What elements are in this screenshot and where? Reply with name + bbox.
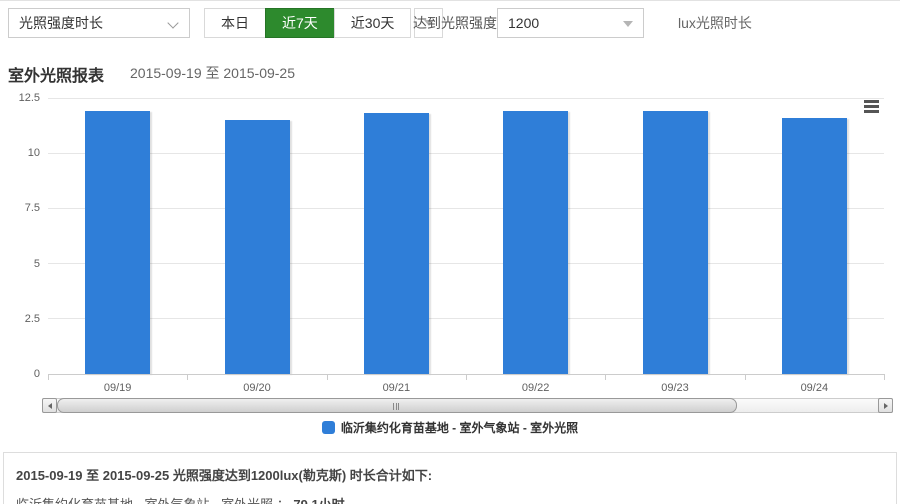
summary-row: 临沂集约化育苗基地 - 室外气象站 - 室外光照 ： 79.1小时 <box>16 494 884 504</box>
bar-chart: 临沂集约化育苗基地 - 室外气象站 - 室外光照 0 2.5 5 7.5 10 12.5 0… <box>0 91 900 436</box>
threshold-label: 达到光照强度 <box>413 8 497 38</box>
bar[interactable] <box>782 118 847 374</box>
x-axis-tick <box>745 374 746 380</box>
summary-row-label: 临沂集约化育苗基地 - 室外气象站 - 室外光照 <box>16 497 273 504</box>
date-range-text: 2015-09-19 至 2015-09-25 <box>130 63 295 83</box>
y-axis-label: 5 <box>0 258 40 270</box>
bar[interactable] <box>364 113 429 374</box>
gridline <box>48 208 884 209</box>
legend-item[interactable]: 临沂集约化育苗基地 - 室外气象站 - 室外光照 <box>0 419 900 435</box>
caret-down-icon <box>623 21 633 27</box>
x-axis-label: 09/24 <box>784 382 844 394</box>
x-axis-tick <box>187 374 188 380</box>
bar[interactable] <box>643 111 708 374</box>
arrow-left-icon <box>48 403 52 409</box>
toolbar: 光照强度时长 本日 近7天 近30天 达到光照强度 1200 lux光照时长 <box>0 1 900 47</box>
x-axis-label: 09/20 <box>227 382 287 394</box>
threshold-value: 1200 <box>508 15 539 31</box>
unit-label: lux光照时长 <box>678 8 752 38</box>
bar[interactable] <box>503 111 568 374</box>
summary-row-value: 79.1小时 <box>293 497 344 504</box>
page-title: 室外光照报表 <box>8 62 104 86</box>
legend-swatch-icon <box>322 421 335 434</box>
legend-label: 临沂集约化育苗基地 - 室外气象站 - 室外光照 <box>341 419 578 436</box>
y-axis-label: 0 <box>0 368 40 380</box>
x-axis-label: 09/22 <box>506 382 566 394</box>
y-axis-label: 7.5 <box>0 202 40 214</box>
title-bar: 室外光照报表 2015-09-19 至 2015-09-25 <box>0 47 900 91</box>
x-axis-tick <box>48 374 49 380</box>
scrollbar-thumb[interactable] <box>57 398 737 413</box>
range-button-today[interactable]: 本日 <box>204 8 266 38</box>
scrollbar-left-button[interactable] <box>42 398 57 413</box>
arrow-right-icon <box>884 403 888 409</box>
summary-row-separator: ： <box>277 497 294 504</box>
scrollbar-right-button[interactable] <box>878 398 893 413</box>
summary-heading: 2015-09-19 至 2015-09-25 光照强度达到1200lux(勒克… <box>16 465 884 484</box>
y-axis-label: 12.5 <box>0 92 40 104</box>
x-axis-label: 09/19 <box>88 382 148 394</box>
range-button-7days[interactable]: 近7天 <box>265 8 335 38</box>
scrollbar-grip-icon <box>393 403 399 410</box>
metric-select[interactable]: 光照强度时长 <box>8 8 190 38</box>
gridline <box>48 263 884 264</box>
bar[interactable] <box>225 120 290 374</box>
chart-scrollbar[interactable] <box>42 398 893 413</box>
gridline <box>48 98 884 99</box>
gridline <box>48 318 884 319</box>
chart-menu-icon[interactable] <box>864 100 879 115</box>
y-axis-label: 2.5 <box>0 313 40 325</box>
metric-select-value: 光照强度时长 <box>19 15 103 31</box>
range-button-30days[interactable]: 近30天 <box>334 8 412 38</box>
x-axis-label: 09/21 <box>366 382 426 394</box>
x-axis-tick <box>466 374 467 380</box>
x-axis-tick <box>884 374 885 380</box>
summary-panel: 2015-09-19 至 2015-09-25 光照强度达到1200lux(勒克… <box>3 452 897 504</box>
date-range-button-group: 本日 近7天 近30天 <box>204 8 443 38</box>
x-axis-label: 09/23 <box>645 382 705 394</box>
y-axis-label: 10 <box>0 147 40 159</box>
chevron-down-icon <box>167 17 178 28</box>
gridline <box>48 153 884 154</box>
threshold-combobox[interactable]: 1200 <box>497 8 644 38</box>
x-axis-tick <box>327 374 328 380</box>
bar[interactable] <box>85 111 150 374</box>
plot-area <box>48 98 884 374</box>
x-axis-tick <box>605 374 606 380</box>
